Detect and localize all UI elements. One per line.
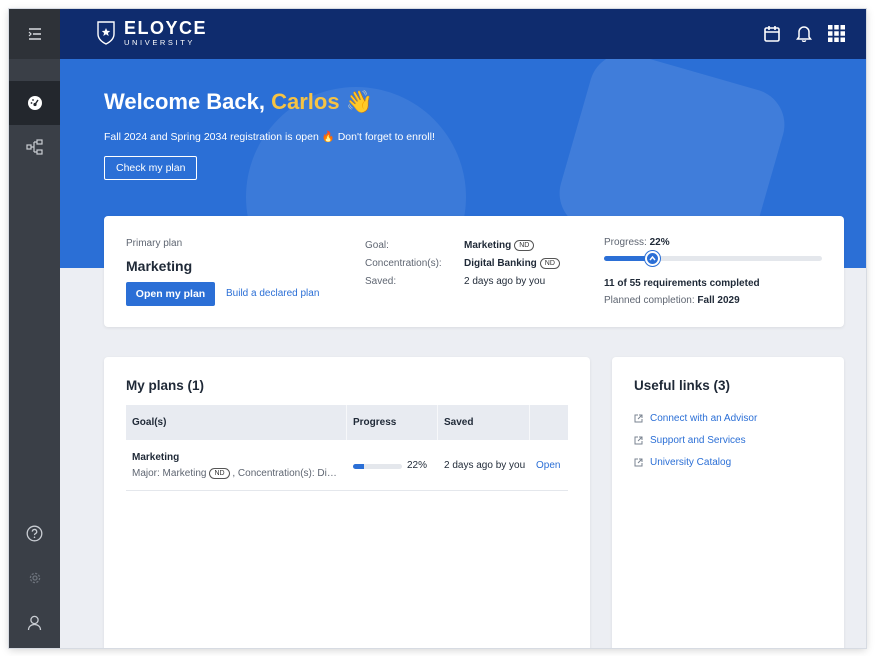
open-my-plan-button[interactable]: Open my plan — [126, 282, 215, 306]
plan-progress-bar — [604, 251, 822, 266]
user-icon — [27, 615, 42, 631]
saved-label: Saved: — [365, 276, 397, 287]
column-header-goals[interactable]: Goal(s) — [126, 405, 166, 440]
open-plan-link[interactable]: Open — [536, 460, 560, 471]
sidebar — [9, 9, 60, 648]
link-label: Support and Services — [650, 434, 746, 446]
dashboard-icon — [27, 96, 42, 110]
sidebar-item-settings[interactable] — [9, 556, 60, 600]
link-label: University Catalog — [650, 456, 732, 468]
progress-percent: 22% — [649, 237, 670, 248]
primary-plan-label: Primary plan — [126, 238, 183, 249]
registration-notice: Fall 2024 and Spring 2034 registration i… — [104, 131, 435, 143]
planned-completion-label: Planned completion: — [604, 295, 698, 306]
apps-button[interactable] — [826, 23, 846, 43]
column-header-progress[interactable]: Progress — [346, 405, 396, 440]
progress-label-text: Progress: — [604, 237, 650, 248]
hierarchy-icon — [26, 139, 43, 155]
menu-collapse-icon — [28, 28, 41, 40]
notifications-button[interactable] — [794, 23, 814, 43]
goal-value: Marketing — [464, 240, 512, 251]
gear-icon — [29, 572, 40, 584]
plan-goal: Marketing — [132, 452, 180, 463]
progress-label: Progress: 22% — [604, 237, 670, 248]
calendar-button[interactable] — [762, 23, 782, 43]
row-saved: 2 days ago by you — [444, 460, 526, 471]
table-row: Marketing Major: Marketing ND , Concentra… — [126, 440, 568, 491]
welcome-text: Welcome Back, — [104, 89, 272, 114]
column-header-saved[interactable]: Saved — [437, 405, 473, 440]
plan-detail: Major: Marketing ND , Concentration(s): D… — [132, 468, 340, 479]
my-plans-title: My plans (1) — [126, 378, 205, 393]
external-link-icon — [634, 458, 643, 466]
plans-table: Goal(s) Progress Saved Marketing Major: … — [126, 405, 568, 491]
row-progress-percent: 22% — [407, 460, 428, 471]
shield-logo-icon — [97, 21, 115, 46]
primary-plan-name: Marketing — [126, 258, 193, 274]
plan-detail-values: Marketing ND Digital Banking ND 2 days ago… — [464, 237, 560, 291]
calendar-icon — [764, 25, 780, 42]
my-plans-card: My plans (1) Goal(s) Progress Saved Mark… — [104, 357, 590, 648]
saved-value: 2 days ago by you — [464, 276, 546, 287]
row-progress-bar — [353, 464, 402, 469]
requirements-completed: 11 of 55 requirements completed — [604, 278, 760, 289]
goal-label: Goal: — [365, 240, 389, 251]
build-declared-plan-link[interactable]: Build a declared plan — [226, 288, 319, 299]
planned-completion-value: Fall 2029 — [697, 295, 740, 306]
chevron-up-icon — [649, 255, 656, 261]
plan-detail-labels: Goal: Concentration(s): Saved: — [365, 237, 442, 291]
link-label: Connect with an Advisor — [650, 412, 758, 424]
bell-icon — [796, 26, 812, 42]
link-connect-advisor[interactable]: Connect with an Advisor — [634, 407, 757, 429]
welcome-heading: Welcome Back, Carlos 👋 — [104, 89, 373, 115]
concentration-value: Digital Banking — [464, 258, 537, 269]
app-window: ELOYCE UNIVERSITY Welcome Back, Carlos 👋… — [9, 9, 866, 648]
primary-plan-card: Primary plan Marketing Open my plan Buil… — [104, 216, 844, 327]
wave-emoji: 👋 — [345, 89, 374, 114]
table-header: Goal(s) Progress Saved — [126, 405, 568, 440]
menu-toggle-button[interactable] — [9, 9, 60, 59]
sidebar-item-plans[interactable] — [9, 125, 60, 169]
user-name: Carlos — [271, 89, 340, 114]
sidebar-item-dashboard[interactable] — [9, 81, 60, 125]
useful-links-title: Useful links (3) — [634, 378, 731, 393]
not-declared-badge: ND — [539, 258, 560, 269]
link-support-services[interactable]: Support and Services — [634, 429, 757, 451]
plan-concentration: , Concentration(s): Digital Banking — [232, 468, 340, 479]
apps-grid-icon — [827, 24, 845, 42]
not-declared-badge: ND — [514, 240, 535, 251]
check-my-plan-button[interactable]: Check my plan — [104, 156, 198, 180]
plan-major: Major: Marketing — [132, 468, 207, 479]
link-university-catalog[interactable]: University Catalog — [634, 451, 757, 473]
university-logo[interactable]: ELOYCE UNIVERSITY — [96, 19, 207, 47]
useful-links-list: Connect with an Advisor Support and Serv… — [634, 407, 757, 473]
column-header-actions — [529, 405, 536, 440]
useful-links-card: Useful links (3) Connect with an Advisor… — [612, 357, 844, 648]
concentration-label: Concentration(s): — [365, 258, 442, 269]
planned-completion: Planned completion: Fall 2029 — [604, 295, 740, 306]
help-icon — [26, 525, 43, 541]
sidebar-item-help[interactable] — [9, 511, 60, 555]
brand-subtitle: UNIVERSITY — [124, 38, 196, 47]
progress-marker — [644, 251, 660, 266]
brand-name: ELOYCE — [124, 18, 208, 38]
top-navigation: ELOYCE UNIVERSITY — [60, 9, 866, 59]
row-progress-fill — [353, 464, 364, 469]
external-link-icon — [634, 414, 643, 422]
external-link-icon — [634, 436, 643, 444]
sidebar-item-profile[interactable] — [9, 601, 60, 645]
not-declared-badge: ND — [209, 468, 230, 479]
